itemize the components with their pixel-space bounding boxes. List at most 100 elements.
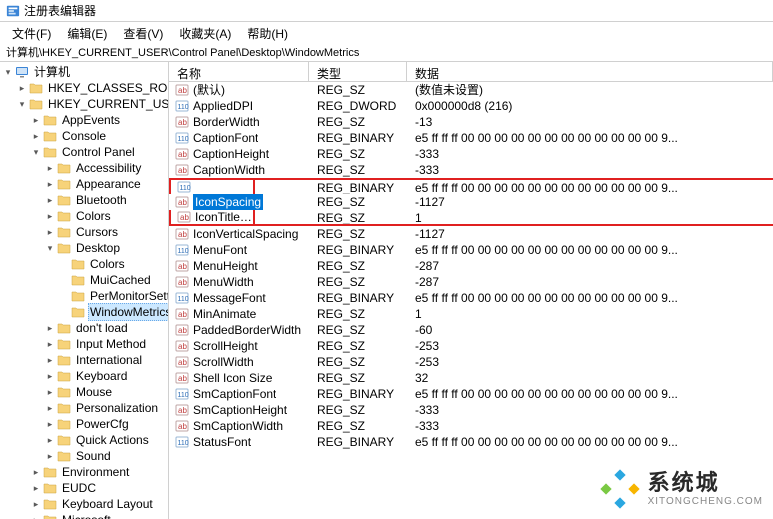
column-type[interactable]: 类型 <box>309 62 407 81</box>
folder-icon <box>57 402 71 414</box>
tree-item[interactable]: ▾Desktop <box>44 240 168 256</box>
tree-item[interactable]: ▸Personalization <box>44 400 168 416</box>
tree-item[interactable]: ▸Sound <box>44 448 168 464</box>
list-row[interactable]: abIconSpacingREG_SZ-1127 <box>169 194 773 210</box>
cell-type: REG_BINARY <box>309 180 407 194</box>
list-row[interactable]: abMenuWidthREG_SZ-287 <box>169 274 773 290</box>
list-row[interactable]: abCaptionWidthREG_SZ-333 <box>169 162 773 178</box>
tree-toggle-icon[interactable]: ▸ <box>30 514 42 519</box>
tree-item[interactable]: ▸AppEvents <box>30 112 168 128</box>
tree-item[interactable]: WindowMetrics <box>58 304 168 320</box>
list-row[interactable]: 110REG_BINARYe5 ff ff ff 00 00 00 00 00 … <box>169 178 773 194</box>
tree-toggle-icon[interactable]: ▸ <box>44 210 56 222</box>
tree-toggle-icon[interactable]: ▾ <box>44 242 56 254</box>
list-row[interactable]: abIconVerticalSpacingREG_SZ-1127 <box>169 226 773 242</box>
list-row[interactable]: 110MenuFontREG_BINARYe5 ff ff ff 00 00 0… <box>169 242 773 258</box>
list-row[interactable]: abMinAnimateREG_SZ1 <box>169 306 773 322</box>
tree-item[interactable]: ▸International <box>44 352 168 368</box>
tree-toggle-icon[interactable]: ▸ <box>16 82 28 94</box>
tree-toggle-icon[interactable]: ▾ <box>2 66 14 78</box>
tree-toggle-icon[interactable]: ▸ <box>30 130 42 142</box>
tree-item[interactable]: ▸HKEY_CLASSES_ROOT <box>16 80 168 96</box>
tree-toggle-icon[interactable]: ▸ <box>44 450 56 462</box>
tree-item[interactable]: ▸don't load <box>44 320 168 336</box>
list-row[interactable]: abScrollHeightREG_SZ-253 <box>169 338 773 354</box>
cell-data: -253 <box>407 338 773 354</box>
menu-file[interactable]: 文件(F) <box>6 24 57 40</box>
list-row[interactable]: 110CaptionFontREG_BINARYe5 ff ff ff 00 0… <box>169 130 773 146</box>
tree-item-label: Keyboard <box>74 368 129 384</box>
tree-toggle-icon[interactable]: ▸ <box>44 162 56 174</box>
tree-toggle-icon[interactable]: ▸ <box>44 226 56 238</box>
folder-icon <box>43 130 57 142</box>
tree-item[interactable]: ▸EUDC <box>30 480 168 496</box>
tree-toggle-icon[interactable]: ▾ <box>30 146 42 158</box>
tree-toggle-icon[interactable]: ▸ <box>44 178 56 190</box>
window-title: 注册表编辑器 <box>24 2 96 19</box>
tree-item[interactable]: Colors <box>58 256 168 272</box>
list-row[interactable]: abIconTitleWrapREG_SZ1 <box>169 210 773 226</box>
tree-item[interactable]: ▸Microsoft <box>30 512 168 519</box>
list-row[interactable]: abSmCaptionWidthREG_SZ-333 <box>169 418 773 434</box>
tree-item[interactable]: PerMonitorSettin <box>58 288 168 304</box>
tree-toggle-icon[interactable]: ▸ <box>44 418 56 430</box>
menu-edit[interactable]: 编辑(E) <box>61 24 113 40</box>
tree-toggle-icon[interactable]: ▸ <box>44 354 56 366</box>
list-pane[interactable]: 名称 类型 数据 ab(默认)REG_SZ(数值未设置)110AppliedDP… <box>169 62 773 519</box>
tree-item[interactable]: ▸Keyboard Layout <box>30 496 168 512</box>
tree-toggle-icon[interactable]: ▸ <box>30 482 42 494</box>
tree-item[interactable]: ▸Accessibility <box>44 160 168 176</box>
tree-toggle-icon[interactable]: ▸ <box>30 466 42 478</box>
tree-item[interactable]: ▸Mouse <box>44 384 168 400</box>
list-row[interactable]: abMenuHeightREG_SZ-287 <box>169 258 773 274</box>
list-row[interactable]: ab(默认)REG_SZ(数值未设置) <box>169 82 773 98</box>
tree-item[interactable]: ▸Bluetooth <box>44 192 168 208</box>
tree-toggle-icon[interactable]: ▸ <box>44 338 56 350</box>
tree-toggle-icon[interactable]: ▸ <box>30 498 42 510</box>
list-row[interactable]: 110StatusFontREG_BINARYe5 ff ff ff 00 00… <box>169 434 773 450</box>
tree-item[interactable]: ▸Quick Actions <box>44 432 168 448</box>
tree-item[interactable]: ▸PowerCfg <box>44 416 168 432</box>
tree-item[interactable]: ▸Appearance <box>44 176 168 192</box>
tree-item[interactable]: ▾HKEY_CURRENT_USER <box>16 96 168 112</box>
list-row[interactable]: abSmCaptionHeightREG_SZ-333 <box>169 402 773 418</box>
list-row[interactable]: 110MessageFontREG_BINARYe5 ff ff ff 00 0… <box>169 290 773 306</box>
tree-toggle-icon[interactable]: ▸ <box>44 194 56 206</box>
watermark: 系统城 XITONGCHENG.COM <box>600 469 763 509</box>
tree-item[interactable]: ▸Colors <box>44 208 168 224</box>
list-row[interactable]: abPaddedBorderWidthREG_SZ-60 <box>169 322 773 338</box>
tree-toggle-icon[interactable]: ▸ <box>44 402 56 414</box>
menu-help[interactable]: 帮助(H) <box>241 24 294 40</box>
tree-item[interactable]: ▸ Keyboard <box>44 368 168 384</box>
tree-item[interactable]: ▾Control Panel <box>30 144 168 160</box>
value-name: MenuWidth <box>193 274 254 290</box>
tree-item[interactable]: ▸Environment <box>30 464 168 480</box>
addressbar[interactable]: 计算机\HKEY_CURRENT_USER\Control Panel\Desk… <box>0 42 773 62</box>
list-row[interactable]: abBorderWidthREG_SZ-13 <box>169 114 773 130</box>
tree-item[interactable]: ▸Cursors <box>44 224 168 240</box>
tree-item[interactable]: ▸Console <box>30 128 168 144</box>
list-row[interactable]: abShell Icon SizeREG_SZ32 <box>169 370 773 386</box>
tree-toggle-icon[interactable]: ▾ <box>16 98 28 110</box>
tree-toggle-icon[interactable]: ▸ <box>44 434 56 446</box>
list-row[interactable]: 110SmCaptionFontREG_BINARYe5 ff ff ff 00… <box>169 386 773 402</box>
column-name[interactable]: 名称 <box>169 62 309 81</box>
list-row[interactable]: abCaptionHeightREG_SZ-333 <box>169 146 773 162</box>
tree-item[interactable]: ▾计算机 <box>2 64 168 80</box>
list-row[interactable]: abScrollWidthREG_SZ-253 <box>169 354 773 370</box>
tree-item[interactable]: ▸Input Method <box>44 336 168 352</box>
list-row[interactable]: 110AppliedDPIREG_DWORD0x000000d8 (216) <box>169 98 773 114</box>
svg-text:ab: ab <box>178 374 187 383</box>
tree-toggle-icon[interactable]: ▸ <box>44 322 56 334</box>
tree-toggle-icon[interactable]: ▸ <box>44 370 56 382</box>
watermark-cn: 系统城 <box>648 471 763 495</box>
menu-view[interactable]: 查看(V) <box>117 24 169 40</box>
cell-data: -333 <box>407 402 773 418</box>
tree-item[interactable]: MuiCached <box>58 272 168 288</box>
tree-pane[interactable]: ▾计算机▸HKEY_CLASSES_ROOT▾HKEY_CURRENT_USER… <box>0 62 169 519</box>
cell-type: REG_SZ <box>309 82 407 98</box>
tree-toggle-icon[interactable]: ▸ <box>44 386 56 398</box>
column-data[interactable]: 数据 <box>407 62 773 81</box>
menu-fav[interactable]: 收藏夹(A) <box>173 24 237 40</box>
tree-toggle-icon[interactable]: ▸ <box>30 114 42 126</box>
